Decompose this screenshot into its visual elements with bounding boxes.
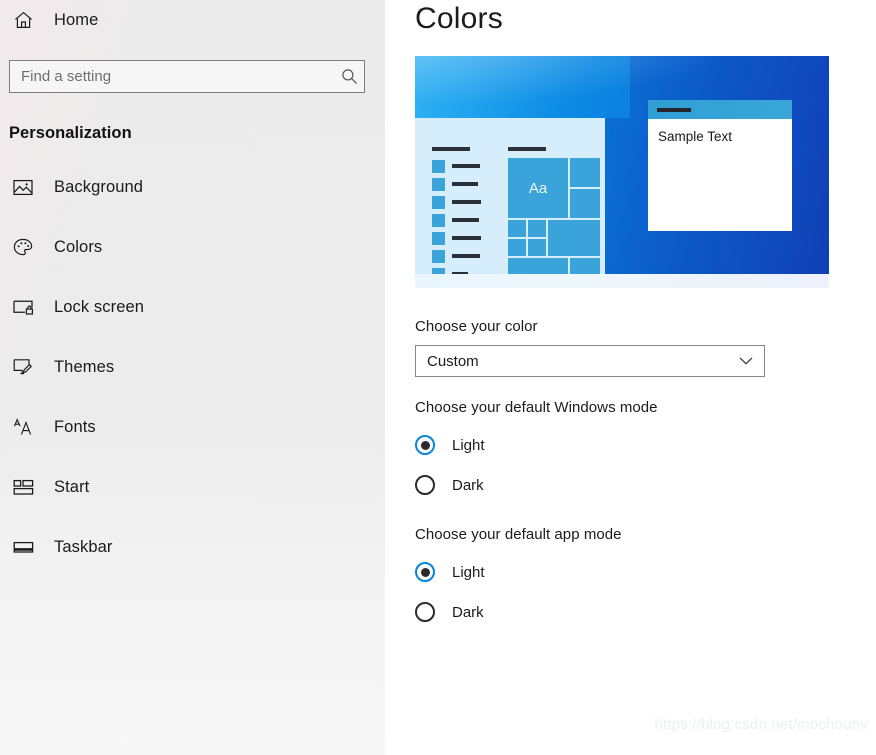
preview-tile: [570, 158, 600, 187]
sidebar-item-taskbar[interactable]: Taskbar: [0, 517, 385, 577]
preview-app-icon: [432, 249, 445, 263]
picture-icon: [9, 174, 37, 200]
taskbar-icon: [9, 534, 37, 560]
preview-tile: [508, 239, 526, 256]
preview-app-icon: [432, 195, 445, 209]
app-mode-group: Choose your default app mode Light Dark: [415, 526, 876, 623]
preview-app-list-row: [432, 212, 481, 228]
preview-app-icon: [432, 213, 445, 227]
home-label: Home: [54, 10, 99, 29]
preview-app-icon: [432, 177, 445, 191]
preview-app-list-row: [432, 230, 481, 246]
app-mode-label: Choose your default app mode: [415, 526, 622, 543]
sidebar-nav: Background Colors Lock screen Themes Fon…: [0, 157, 385, 577]
preview-tile: [508, 220, 526, 237]
sidebar-item-label: Fonts: [54, 417, 96, 436]
sidebar-item-label: Taskbar: [54, 537, 113, 556]
preview-tiles: Aa: [508, 147, 600, 276]
choose-your-color-value: Custom: [427, 352, 479, 370]
radio-button[interactable]: [415, 435, 435, 455]
search-input[interactable]: [10, 61, 334, 92]
sample-text: Sample Text: [658, 129, 733, 144]
preview-app-list: [432, 147, 481, 288]
sidebar-item-label: Start: [54, 477, 90, 496]
color-preview: Aa Sample Text: [415, 56, 829, 288]
preview-app-list-row: [432, 194, 481, 210]
fonts-aa-icon: [9, 414, 37, 440]
sidebar-section-title: Personalization: [9, 124, 132, 142]
sidebar-item-label: Themes: [54, 357, 115, 376]
chevron-down-icon: [739, 357, 753, 366]
preview-tile: [570, 189, 600, 218]
sidebar-item-themes[interactable]: Themes: [0, 337, 385, 397]
radio-label: Dark: [452, 603, 484, 621]
preview-titlebar-line: [657, 107, 691, 112]
themes-brush-icon: [9, 354, 37, 380]
search-icon[interactable]: [334, 68, 364, 85]
sidebar-item-lock-screen[interactable]: Lock screen: [0, 277, 385, 337]
radio-label: Light: [452, 563, 485, 581]
windows-mode-group: Choose your default Windows mode Light D…: [415, 399, 876, 496]
windows-mode-label: Choose your default Windows mode: [415, 399, 658, 416]
preview-tile: [548, 220, 600, 256]
lock-screen-icon: [9, 294, 37, 320]
settings-body: Choose your color Custom Choose your def…: [415, 288, 876, 623]
preview-sample-window-titlebar: [648, 100, 792, 119]
app-mode-option-light[interactable]: Light: [415, 561, 876, 583]
windows-mode-option-dark[interactable]: Dark: [415, 474, 876, 496]
sidebar-item-home[interactable]: Home: [0, 0, 385, 40]
radio-button[interactable]: [415, 562, 435, 582]
preview-app-label-line: [452, 236, 481, 240]
sidebar-item-start[interactable]: Start: [0, 457, 385, 517]
sidebar-item-colors[interactable]: Colors: [0, 217, 385, 277]
preview-tiles-header-bar: [508, 147, 546, 151]
preview-app-list-row: [432, 176, 481, 192]
windows-mode-option-light[interactable]: Light: [415, 434, 876, 456]
preview-app-label-line: [452, 200, 481, 204]
preview-app-label-line: [452, 218, 479, 222]
sidebar-item-label: Lock screen: [54, 297, 145, 316]
sidebar-item-label: Colors: [54, 237, 103, 256]
preview-app-list-row: [432, 248, 481, 264]
radio-button[interactable]: [415, 602, 435, 622]
preview-taskbar: [415, 274, 829, 288]
page-title: Colors: [415, 2, 503, 35]
preview-app-icon: [432, 159, 445, 173]
radio-button[interactable]: [415, 475, 435, 495]
watermark: https://blog.csdn.net/mochounv: [654, 716, 868, 733]
sidebar-item-background[interactable]: Background: [0, 157, 385, 217]
choose-your-color-group: Choose your color Custom: [415, 318, 876, 377]
radio-label: Dark: [452, 476, 484, 494]
preview-sample-window: Sample Text: [648, 100, 792, 231]
preview-tile: [528, 220, 546, 237]
preview-app-label-line: [452, 164, 480, 168]
settings-window: Home Personalization: [0, 0, 876, 755]
preview-app-label-line: [452, 254, 480, 258]
palette-icon: [9, 234, 37, 260]
preview-tile-aa: Aa: [508, 158, 568, 218]
home-icon: [9, 7, 37, 33]
app-mode-option-dark[interactable]: Dark: [415, 601, 876, 623]
search-box[interactable]: [9, 60, 365, 93]
preview-app-icon: [432, 231, 445, 245]
preview-top-band: [415, 56, 631, 118]
sidebar: Home Personalization: [0, 0, 385, 755]
preview-app-list-row: [432, 158, 481, 174]
main-content: Colors Aa Sample Text Choose your color …: [385, 0, 876, 755]
sidebar-item-label: Background: [54, 177, 144, 196]
preview-app-label-line: [452, 182, 478, 186]
preview-sample-window-body: Sample Text: [648, 119, 792, 146]
preview-tile: [528, 239, 546, 256]
start-tiles-icon: [9, 474, 37, 500]
preview-app-list-header-bar: [432, 147, 470, 151]
radio-label: Light: [452, 436, 485, 454]
preview-tile-grid: Aa: [508, 158, 600, 276]
sidebar-item-fonts[interactable]: Fonts: [0, 397, 385, 457]
choose-your-color-dropdown[interactable]: Custom: [415, 345, 765, 377]
choose-your-color-label: Choose your color: [415, 318, 538, 335]
preview-start-menu: Aa: [415, 118, 605, 288]
